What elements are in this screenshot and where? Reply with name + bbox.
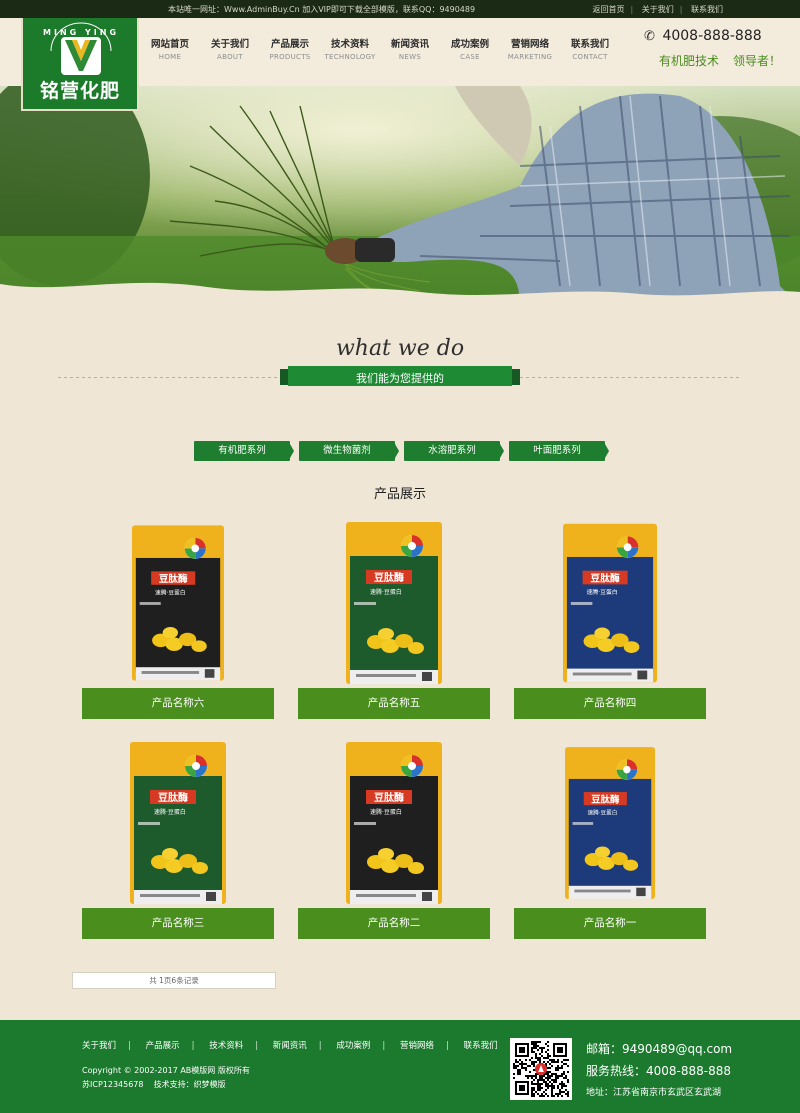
pagination-info: 共 1页6条记录: [72, 972, 276, 989]
footer-link-contact[interactable]: 联系我们: [464, 1039, 498, 1051]
product-package-image[interactable]: 豆肽酶速腾·豆蛋白: [346, 522, 442, 684]
nav-label: 联系我们: [570, 39, 609, 50]
icp-support: 苏ICP12345678 技术支持：织梦模版: [82, 1079, 226, 1090]
qr-code-icon: [510, 1038, 572, 1100]
product-name[interactable]: 产品名称二: [298, 908, 490, 939]
product-name[interactable]: 产品名称三: [82, 908, 274, 939]
category-microbial[interactable]: 微生物菌剂: [299, 441, 399, 461]
top-bar: 本站唯一网址：Www.AdminBuy.Cn 加入VIP即可下载全部模版，联系Q…: [0, 0, 800, 18]
category-water-soluble[interactable]: 水溶肥系列: [404, 441, 504, 461]
nav-label: 技术资料: [330, 39, 369, 50]
footer-link-marketing[interactable]: 营销网络: [400, 1039, 434, 1051]
hero-farmer-image: [0, 86, 800, 306]
nav-item-home[interactable]: 网站首页 HOME: [140, 36, 200, 61]
product-package-image[interactable]: 豆肽酶速腾·豆蛋白: [130, 742, 226, 904]
tech-support: 技术支持：织梦模版: [153, 1080, 226, 1089]
nav-label: 网站首页: [150, 39, 189, 50]
footer-link-technology[interactable]: 技术资料: [209, 1039, 243, 1051]
divider-left: [58, 377, 280, 378]
svg-text:速腾·豆蛋白: 速腾·豆蛋白: [588, 809, 618, 817]
category-tabs: 有机肥系列 微生物菌剂 水溶肥系列 叶面肥系列: [194, 441, 614, 461]
icp-number: 苏ICP12345678: [82, 1080, 144, 1089]
logo-emblem-icon: MING YING: [43, 22, 119, 75]
nav-sublabel: CONTACT: [572, 53, 608, 61]
product-package-image[interactable]: 豆肽酶速腾·豆蛋白: [132, 522, 224, 684]
nav-sublabel: ABOUT: [217, 53, 243, 61]
product-package-image[interactable]: 豆肽酶速腾·豆蛋白: [563, 522, 657, 684]
qr-code-pattern: [513, 1041, 569, 1097]
nav-label: 新闻资讯: [390, 39, 429, 50]
intro-ribbon: 我们能为您提供的: [280, 366, 520, 388]
header-slogan: 有机肥技术 领导者！: [659, 52, 781, 69]
nav-label: 成功案例: [450, 39, 489, 50]
divider-right: [520, 377, 742, 378]
nav-sublabel: PRODUCTS: [269, 53, 311, 61]
footer-link-about[interactable]: 关于我们: [82, 1039, 116, 1051]
site-footer: 关于我们 | 产品展示 | 技术资料 | 新闻资讯 | 成功案例 | 营销网络 | 联系我们…: [0, 1020, 800, 1113]
product-name[interactable]: 产品名称四: [514, 688, 706, 719]
top-link-about[interactable]: 关于我们: [642, 5, 674, 14]
product-name[interactable]: 产品名称五: [298, 688, 490, 719]
nav-item-about[interactable]: 关于我们 ABOUT: [200, 36, 260, 61]
category-foliar[interactable]: 叶面肥系列: [509, 441, 609, 461]
svg-text:MING YING: MING YING: [43, 28, 119, 37]
svg-text:速腾·豆蛋白: 速腾·豆蛋白: [370, 808, 402, 816]
svg-text:速腾·豆蛋白: 速腾·豆蛋白: [370, 588, 402, 596]
top-link-home[interactable]: 返回首页: [593, 5, 625, 14]
footer-tel: 服务热线：4008-888-888: [586, 1064, 732, 1078]
nav-label: 关于我们: [210, 39, 249, 50]
svg-text:豆肽酶: 豆肽酶: [591, 793, 620, 805]
header-hotline: ✆ 4008-888-888: [644, 28, 762, 44]
nav-item-products[interactable]: 产品展示 PRODUCTS: [260, 36, 320, 61]
footer-links: 关于我们 | 产品展示 | 技术资料 | 新闻资讯 | 成功案例 | 营销网络 | 联系我们: [82, 1039, 498, 1051]
footer-address: 地址：江苏省南京市玄武区玄武湖: [586, 1088, 722, 1098]
nav-item-technology[interactable]: 技术资料 TECHNOLOGY: [320, 36, 380, 61]
category-organic[interactable]: 有机肥系列: [194, 441, 294, 461]
nav-sublabel: MARKETING: [507, 53, 553, 61]
slogan-part-1: 有机肥技术: [659, 54, 720, 68]
phone-icon: ✆: [644, 29, 655, 44]
nav-label: 营销网络: [510, 39, 549, 50]
top-links: 返回首页 | 关于我们 | 联系我们: [592, 5, 724, 14]
hotline-number: 4008-888-888: [662, 28, 762, 44]
site-header: MING YING 铭营化肥 网站首页 HOME 关于我们 ABOUT 产品展示 PR…: [0, 18, 800, 111]
nav-item-news[interactable]: 新闻资讯 NEWS: [380, 36, 440, 61]
nav-item-case[interactable]: 成功案例 CASE: [440, 36, 500, 61]
svg-text:豆肽酶: 豆肽酶: [374, 791, 404, 804]
main-nav: 网站首页 HOME 关于我们 ABOUT 产品展示 PRODUCTS 技术资料 TECH…: [140, 36, 620, 61]
site-notice: 本站唯一网址：Www.AdminBuy.Cn 加入VIP即可下载全部模版，联系Q…: [168, 5, 476, 14]
svg-text:豆肽酶: 豆肽酶: [158, 791, 188, 804]
svg-text:速腾·豆蛋白: 速腾·豆蛋白: [587, 588, 618, 596]
svg-text:豆肽酶: 豆肽酶: [590, 571, 620, 584]
svg-text:速腾·豆蛋白: 速腾·豆蛋白: [155, 588, 186, 596]
footer-link-case[interactable]: 成功案例: [336, 1039, 370, 1051]
intro-heading-en: what we do: [335, 336, 465, 361]
svg-text:豆肽酶: 豆肽酶: [374, 571, 404, 584]
logo-brand-text: 铭营化肥: [39, 80, 120, 102]
products-title: 产品展示: [373, 487, 426, 502]
svg-text:豆肽酶: 豆肽酶: [159, 573, 188, 585]
nav-sublabel: NEWS: [398, 53, 422, 61]
nav-sublabel: HOME: [158, 53, 182, 61]
product-name[interactable]: 产品名称一: [514, 908, 706, 939]
site-logo[interactable]: MING YING 铭营化肥: [21, 18, 139, 111]
product-name[interactable]: 产品名称六: [82, 688, 274, 719]
footer-link-products[interactable]: 产品展示: [146, 1039, 180, 1051]
footer-link-news[interactable]: 新闻资讯: [273, 1039, 307, 1051]
top-link-contact[interactable]: 联系我们: [691, 5, 723, 14]
product-package-image[interactable]: 豆肽酶速腾·豆蛋白: [565, 742, 655, 904]
nav-item-marketing[interactable]: 营销网络 MARKETING: [500, 36, 560, 61]
nav-label: 产品展示: [270, 39, 309, 50]
svg-text:速腾·豆蛋白: 速腾·豆蛋白: [154, 808, 186, 816]
slogan-part-2: 领导者！: [733, 54, 782, 68]
hero-banner: [0, 86, 800, 306]
intro-heading-cn: 我们能为您提供的: [356, 372, 444, 385]
nav-sublabel: TECHNOLOGY: [324, 53, 376, 61]
product-package-image[interactable]: 豆肽酶速腾·豆蛋白: [346, 742, 442, 904]
nav-sublabel: CASE: [460, 53, 480, 61]
footer-email: 邮箱：9490489@qq.com: [586, 1042, 733, 1056]
copyright: Copyright © 2002-2017 AB模版网 版权所有: [82, 1066, 250, 1075]
nav-item-contact[interactable]: 联系我们 CONTACT: [560, 36, 620, 61]
